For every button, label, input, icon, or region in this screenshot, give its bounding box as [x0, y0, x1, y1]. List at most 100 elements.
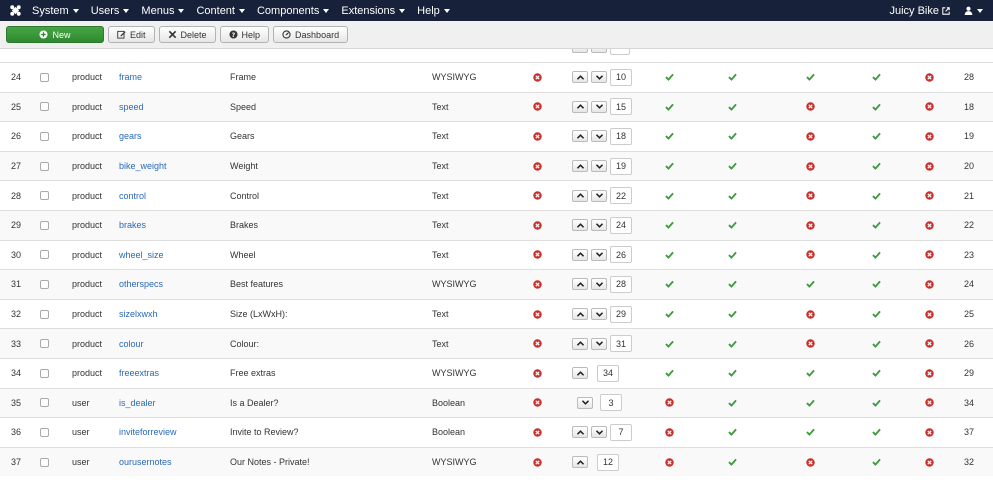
required-toggle[interactable] — [533, 241, 542, 270]
row-checkbox[interactable] — [40, 279, 49, 289]
status-toggle-2[interactable] — [728, 241, 737, 270]
order-down-button[interactable] — [591, 160, 607, 173]
status-toggle-3[interactable] — [806, 329, 815, 358]
status-toggle-5[interactable] — [925, 211, 934, 240]
field-name-link[interactable]: inviteforreview — [119, 418, 177, 447]
field-name-link[interactable]: freeextras — [119, 359, 159, 388]
status-toggle-1[interactable] — [665, 211, 674, 240]
status-toggle-3[interactable] — [806, 63, 815, 92]
row-checkbox[interactable] — [40, 368, 49, 378]
status-toggle-3[interactable] — [806, 211, 815, 240]
status-toggle-2[interactable] — [728, 389, 737, 418]
field-name-link[interactable]: ourusernotes — [119, 448, 172, 477]
status-toggle-3[interactable] — [806, 359, 815, 388]
required-toggle[interactable] — [533, 152, 542, 181]
required-toggle[interactable] — [533, 389, 542, 418]
status-toggle-2[interactable] — [728, 93, 737, 122]
status-toggle-2[interactable] — [728, 211, 737, 240]
row-checkbox[interactable] — [40, 457, 49, 467]
order-up-button[interactable] — [572, 71, 588, 84]
menu-components[interactable]: Components — [251, 0, 335, 21]
order-down-button[interactable] — [591, 337, 607, 350]
row-checkbox-cell[interactable] — [40, 270, 49, 299]
row-checkbox[interactable] — [40, 398, 49, 408]
order-down-button[interactable] — [591, 219, 607, 232]
required-toggle[interactable] — [533, 93, 542, 122]
field-name-link[interactable]: bike_weight — [119, 152, 167, 181]
row-checkbox-cell[interactable] — [40, 300, 49, 329]
order-input[interactable]: 10 — [610, 68, 632, 86]
status-toggle-2[interactable] — [728, 181, 737, 210]
status-toggle-4[interactable] — [872, 63, 881, 92]
status-toggle-5[interactable] — [925, 359, 934, 388]
row-checkbox-cell[interactable] — [40, 211, 49, 240]
order-up-button[interactable] — [572, 367, 588, 380]
status-toggle-1[interactable] — [665, 359, 674, 388]
order-down-button[interactable] — [591, 248, 607, 261]
row-checkbox-cell[interactable] — [40, 418, 49, 447]
row-checkbox[interactable] — [40, 72, 49, 82]
row-checkbox[interactable] — [40, 427, 49, 437]
status-toggle-2[interactable] — [728, 122, 737, 151]
order-input[interactable]: 29 — [610, 305, 632, 323]
status-toggle-1[interactable] — [665, 181, 674, 210]
field-name-link[interactable]: speed — [119, 93, 144, 122]
order-input[interactable]: 26 — [610, 246, 632, 264]
dashboard-button[interactable]: Dashboard — [273, 26, 349, 43]
menu-users[interactable]: Users — [85, 0, 136, 21]
status-toggle-3[interactable] — [806, 241, 815, 270]
field-name-link[interactable]: frame — [119, 63, 142, 92]
field-name-link[interactable]: colour — [119, 329, 144, 358]
order-up-button[interactable] — [572, 456, 588, 469]
status-toggle-4[interactable] — [872, 418, 881, 447]
status-toggle-3[interactable] — [806, 152, 815, 181]
status-toggle-5[interactable] — [925, 270, 934, 299]
row-checkbox[interactable] — [40, 161, 49, 171]
status-toggle-3[interactable] — [806, 418, 815, 447]
status-toggle-2[interactable] — [728, 63, 737, 92]
order-down-button[interactable] — [591, 100, 607, 113]
field-name-link[interactable]: is_dealer — [119, 389, 156, 418]
required-toggle[interactable] — [533, 63, 542, 92]
required-toggle[interactable] — [533, 122, 542, 151]
status-toggle-1[interactable] — [665, 329, 674, 358]
field-name-link[interactable]: gears — [119, 122, 142, 151]
order-input[interactable]: 24 — [610, 216, 632, 234]
status-toggle-4[interactable] — [872, 329, 881, 358]
row-checkbox-cell[interactable] — [40, 152, 49, 181]
status-toggle-5[interactable] — [925, 389, 934, 418]
status-toggle-4[interactable] — [872, 300, 881, 329]
required-toggle[interactable] — [533, 329, 542, 358]
row-checkbox-cell[interactable] — [40, 241, 49, 270]
row-checkbox-cell[interactable] — [40, 93, 49, 122]
status-toggle-3[interactable] — [806, 270, 815, 299]
required-toggle[interactable] — [533, 448, 542, 477]
status-toggle-4[interactable] — [872, 389, 881, 418]
order-up-button[interactable] — [572, 278, 588, 291]
new-button[interactable]: New — [6, 26, 104, 43]
order-input[interactable]: 19 — [610, 157, 632, 175]
status-toggle-5[interactable] — [925, 152, 934, 181]
order-input[interactable]: 7 — [610, 423, 632, 441]
status-toggle-5[interactable] — [925, 63, 934, 92]
status-toggle-4[interactable] — [872, 122, 881, 151]
status-toggle-2[interactable] — [728, 448, 737, 477]
row-checkbox[interactable] — [40, 339, 49, 349]
menu-system[interactable]: System — [26, 0, 85, 21]
menu-content[interactable]: Content — [190, 0, 251, 21]
status-toggle-2[interactable] — [728, 329, 737, 358]
row-checkbox[interactable] — [40, 250, 49, 260]
status-toggle-5[interactable] — [925, 93, 934, 122]
order-down-button[interactable] — [591, 130, 607, 143]
user-menu[interactable] — [964, 6, 993, 15]
status-toggle-2[interactable] — [728, 300, 737, 329]
required-toggle[interactable] — [533, 211, 542, 240]
help-button[interactable]: ? Help — [219, 26, 270, 43]
order-down-button[interactable] — [591, 308, 607, 321]
row-checkbox-cell[interactable] — [40, 122, 49, 151]
required-toggle[interactable] — [533, 181, 542, 210]
status-toggle-1[interactable] — [665, 448, 674, 477]
status-toggle-4[interactable] — [872, 181, 881, 210]
order-input[interactable]: 34 — [597, 364, 619, 382]
status-toggle-2[interactable] — [728, 418, 737, 447]
